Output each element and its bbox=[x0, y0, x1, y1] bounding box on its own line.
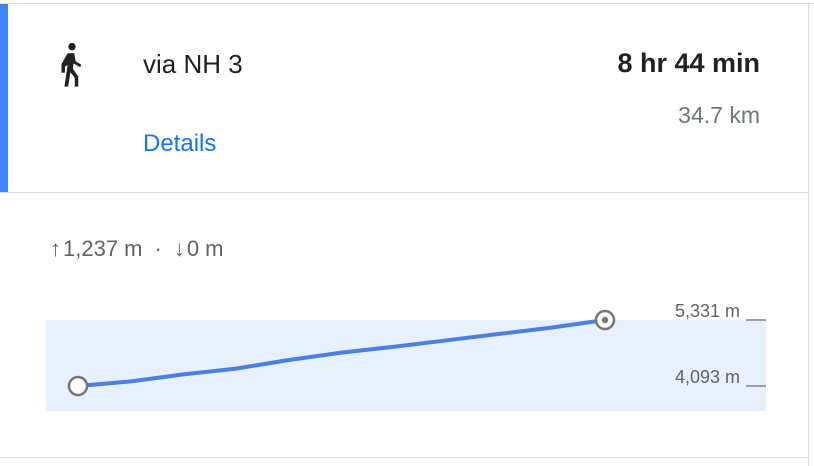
elevation-separator: · bbox=[154, 236, 162, 261]
bottom-border bbox=[0, 457, 808, 458]
details-link[interactable]: Details bbox=[143, 129, 216, 159]
route-duration: 8 hr 44 min bbox=[617, 48, 760, 78]
chart-plot-area bbox=[46, 320, 766, 411]
elevation-summary: ↑ 1,237 m · ↓ 0 m bbox=[50, 234, 224, 264]
elevation-descent: 0 m bbox=[186, 236, 224, 261]
route-option-card[interactable]: via NH 3 8 hr 44 min 34.7 km Details bbox=[0, 4, 808, 192]
route-name: via NH 3 bbox=[143, 49, 243, 79]
start-point-marker bbox=[67, 375, 89, 397]
card-divider bbox=[0, 192, 808, 193]
end-point-dot bbox=[601, 316, 609, 324]
elevation-ascent: 1,237 m bbox=[63, 236, 143, 261]
ascent-arrow-icon: ↑ bbox=[50, 236, 61, 261]
y-tick-label: 4,093 m bbox=[675, 367, 740, 387]
right-border bbox=[808, 3, 809, 466]
elevation-profile-chart: 5,331 m 4,093 m bbox=[46, 301, 766, 411]
route-distance: 34.7 km bbox=[678, 102, 760, 128]
y-tick-label: 5,331 m bbox=[675, 301, 740, 321]
descent-arrow-icon: ↓ bbox=[173, 236, 185, 261]
selected-route-indicator bbox=[0, 4, 8, 192]
walk-icon bbox=[54, 42, 86, 88]
